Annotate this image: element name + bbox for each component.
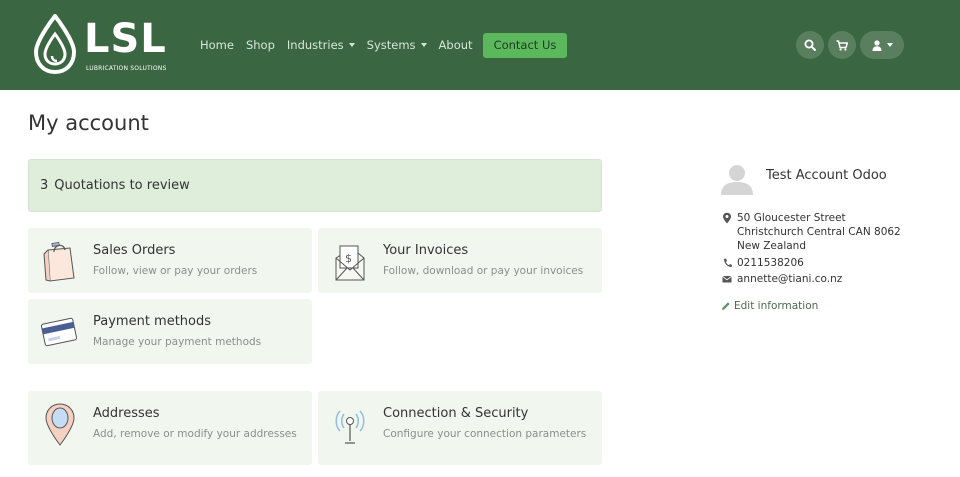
search-button[interactable] [796, 31, 824, 59]
phone-row: 0211538206 [722, 256, 804, 270]
edit-information-label: Edit information [734, 300, 819, 312]
phone-number: 0211538206 [737, 257, 804, 269]
address-block: 50 Gloucester Street Christchurch Centra… [722, 211, 901, 253]
caret-down-icon [886, 43, 893, 47]
invoice-icon: $ [335, 245, 365, 281]
contact-us-button[interactable]: Contact Us [482, 32, 568, 58]
nav-shop[interactable]: Shop [246, 38, 275, 52]
account-name: Test Account Odoo [766, 168, 887, 183]
user-menu-button[interactable] [860, 31, 904, 59]
addresses-card[interactable]: Addresses Add, remove or modify your add… [28, 391, 312, 465]
shopping-bag-icon [43, 241, 75, 282]
addresses-title: Addresses [93, 406, 160, 421]
nav-systems-dropdown[interactable]: Systems [367, 38, 427, 52]
quotations-count: 3 [40, 178, 49, 193]
map-pin-icon [45, 403, 75, 446]
quotations-label: Quotations to review [54, 178, 190, 193]
cart-button[interactable] [828, 31, 856, 59]
nav-about[interactable]: About [439, 38, 473, 52]
connection-security-title: Connection & Security [383, 406, 529, 421]
nav-shop-label: Shop [245, 38, 275, 52]
invoices-desc: Follow, download or pay your invoices [383, 265, 584, 277]
brand-logo[interactable]: LSL LUBRICATION SOLUTIONS [32, 14, 182, 76]
nav-industries-label: Industries [286, 38, 344, 52]
svg-text:$: $ [345, 252, 352, 265]
cart-icon [836, 39, 848, 51]
sales-orders-title: Sales Orders [93, 243, 176, 258]
nav-home[interactable]: Home [200, 38, 234, 52]
edit-information-link[interactable]: Edit information [721, 300, 818, 312]
credit-card-icon [40, 317, 78, 347]
payment-methods-card[interactable]: Payment methods Manage your payment meth… [28, 299, 312, 364]
site-header: LSL LUBRICATION SOLUTIONS Home Shop Indu… [0, 0, 960, 90]
address-line-2: Christchurch Central CAN 8062 [737, 226, 901, 238]
main-nav: Home Shop Industries Systems About Conta… [200, 32, 568, 58]
envelope-icon [722, 275, 732, 283]
invoices-title: Your Invoices [383, 243, 469, 258]
antenna-icon [335, 410, 365, 444]
search-icon [804, 39, 816, 51]
caret-down-icon [348, 43, 355, 47]
sales-orders-card[interactable]: Sales Orders Follow, view or pay your or… [28, 228, 312, 293]
brand-name: LSL [84, 16, 167, 62]
quotations-alert[interactable]: 3 Quotations to review [28, 159, 602, 212]
caret-down-icon [420, 43, 427, 47]
nav-home-label: Home [200, 38, 234, 52]
payment-methods-desc: Manage your payment methods [93, 336, 262, 348]
oil-drop-icon [33, 14, 77, 74]
connection-security-card[interactable]: Connection & Security Configure your con… [318, 391, 602, 465]
user-icon [872, 39, 881, 51]
address-line-3: New Zealand [737, 240, 806, 252]
payment-methods-title: Payment methods [93, 314, 212, 329]
sales-orders-desc: Follow, view or pay your orders [93, 265, 258, 277]
connection-security-desc: Configure your connection parameters [383, 428, 587, 440]
map-marker-icon [723, 212, 731, 224]
pencil-icon [722, 302, 730, 310]
email-address: annette@tiani.co.nz [737, 273, 843, 285]
invoices-card[interactable]: $ Your Invoices Follow, download or pay … [318, 228, 602, 293]
nav-about-label: About [438, 38, 473, 52]
address-lines: 50 Gloucester Street Christchurch Centra… [737, 211, 901, 253]
nav-systems-label: Systems [366, 38, 416, 52]
avatar [721, 165, 753, 195]
addresses-desc: Add, remove or modify your addresses [93, 428, 297, 440]
nav-industries-dropdown[interactable]: Industries [287, 38, 355, 52]
address-line-1: 50 Gloucester Street [737, 212, 846, 224]
email-row: annette@tiani.co.nz [722, 272, 842, 286]
phone-icon [724, 258, 732, 267]
brand-tagline: LUBRICATION SOLUTIONS [86, 65, 167, 72]
page-title: My account [28, 111, 149, 135]
